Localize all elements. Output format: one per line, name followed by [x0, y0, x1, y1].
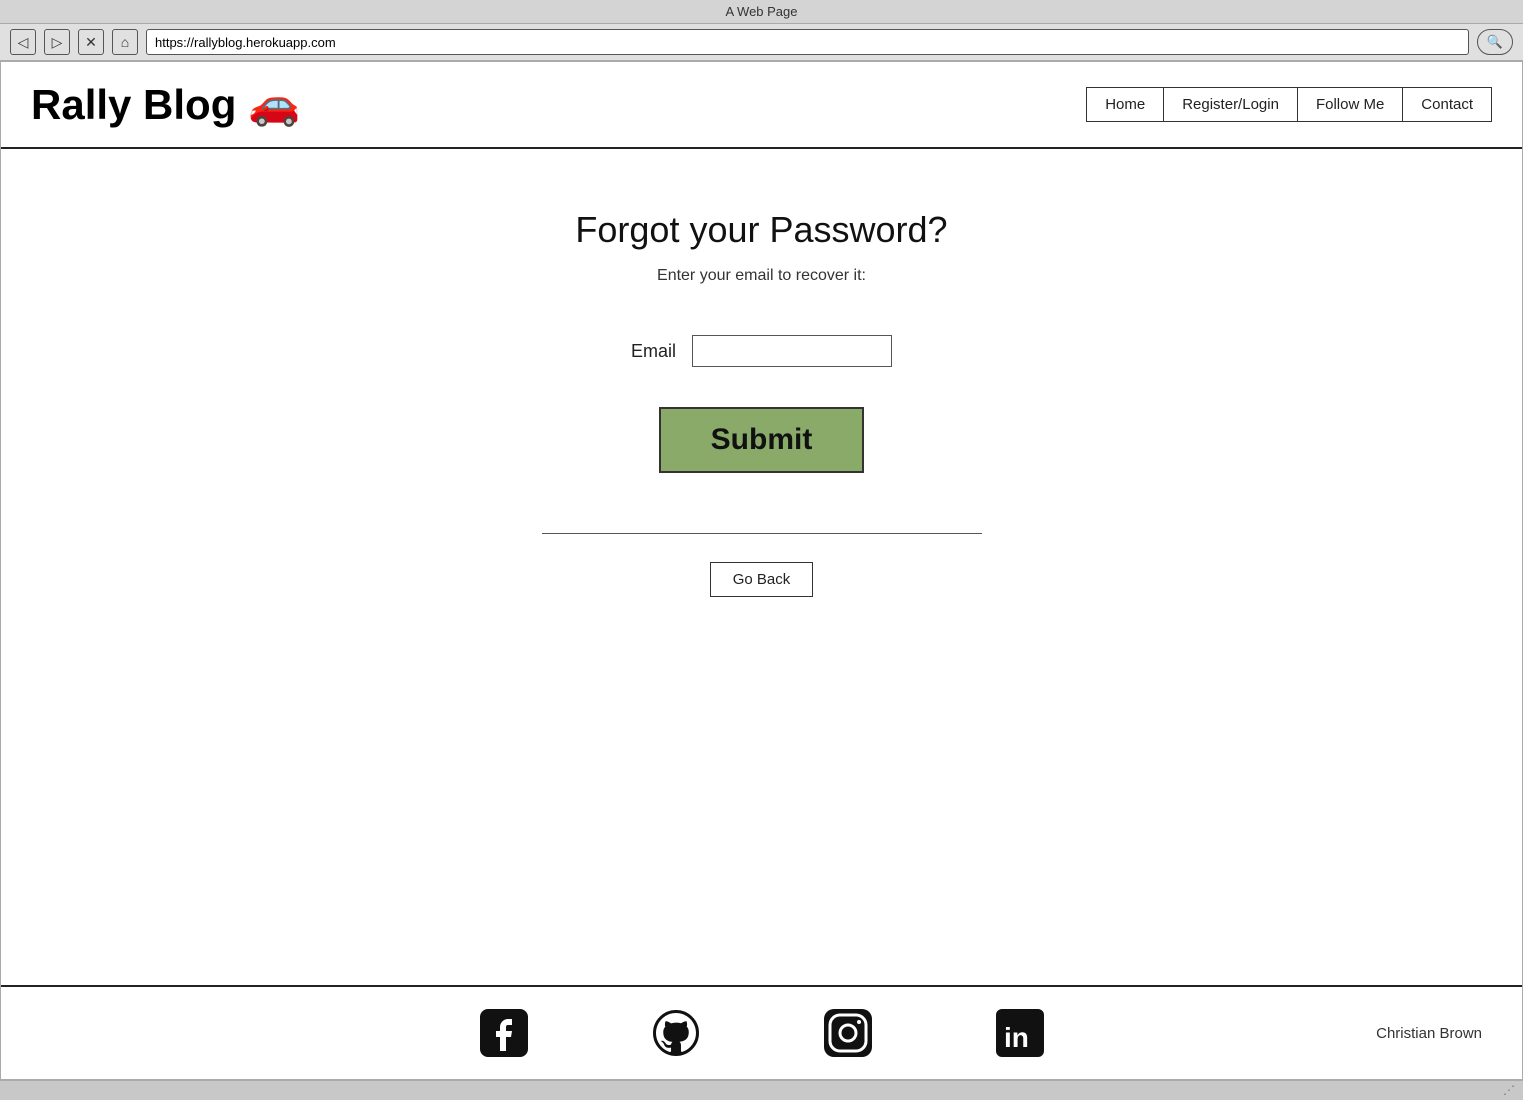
facebook-icon[interactable] [478, 1007, 530, 1059]
forward-button[interactable]: ▷ [44, 29, 70, 55]
search-button[interactable]: 🔍 [1477, 29, 1513, 55]
divider [542, 533, 982, 534]
form-subtitle: Enter your email to recover it: [657, 267, 866, 285]
nav-register-login[interactable]: Register/Login [1164, 88, 1298, 121]
main-content: Forgot your Password? Enter your email t… [1, 149, 1522, 985]
nav-follow-me[interactable]: Follow Me [1298, 88, 1403, 121]
browser-titlebar: A Web Page [0, 0, 1523, 24]
browser-title: A Web Page [725, 4, 797, 19]
site-footer: in Christian Brown [1, 985, 1522, 1079]
car-icon: 🚗 [248, 80, 300, 129]
nav-contact[interactable]: Contact [1403, 88, 1491, 121]
site-header: Rally Blog 🚗 Home Register/Login Follow … [1, 62, 1522, 149]
browser-toolbar: ◁ ▷ ✕ ⌂ 🔍 [0, 24, 1523, 61]
email-form-row: Email [631, 335, 892, 367]
close-button[interactable]: ✕ [78, 29, 104, 55]
github-icon[interactable] [650, 1007, 702, 1059]
home-button[interactable]: ⌂ [112, 29, 138, 55]
email-input[interactable] [692, 335, 892, 367]
page-title: Forgot your Password? [575, 209, 947, 251]
email-label: Email [631, 341, 676, 362]
instagram-icon[interactable] [822, 1007, 874, 1059]
submit-button[interactable]: Submit [659, 407, 865, 473]
site-logo: Rally Blog 🚗 [31, 80, 301, 129]
go-back-button[interactable]: Go Back [710, 562, 814, 597]
back-button[interactable]: ◁ [10, 29, 36, 55]
footer-icons: in [478, 1007, 1046, 1059]
url-bar[interactable] [146, 29, 1469, 55]
browser-statusbar: ⋰ [0, 1080, 1523, 1100]
page-wrapper: Rally Blog 🚗 Home Register/Login Follow … [0, 61, 1523, 1080]
svg-text:in: in [1004, 1022, 1029, 1053]
resize-handle: ⋰ [1503, 1083, 1515, 1098]
site-nav: Home Register/Login Follow Me Contact [1086, 87, 1492, 122]
nav-home[interactable]: Home [1087, 88, 1164, 121]
logo-text: Rally Blog [31, 81, 236, 129]
linkedin-icon[interactable]: in [994, 1007, 1046, 1059]
footer-credit: Christian Brown [1376, 1025, 1482, 1042]
